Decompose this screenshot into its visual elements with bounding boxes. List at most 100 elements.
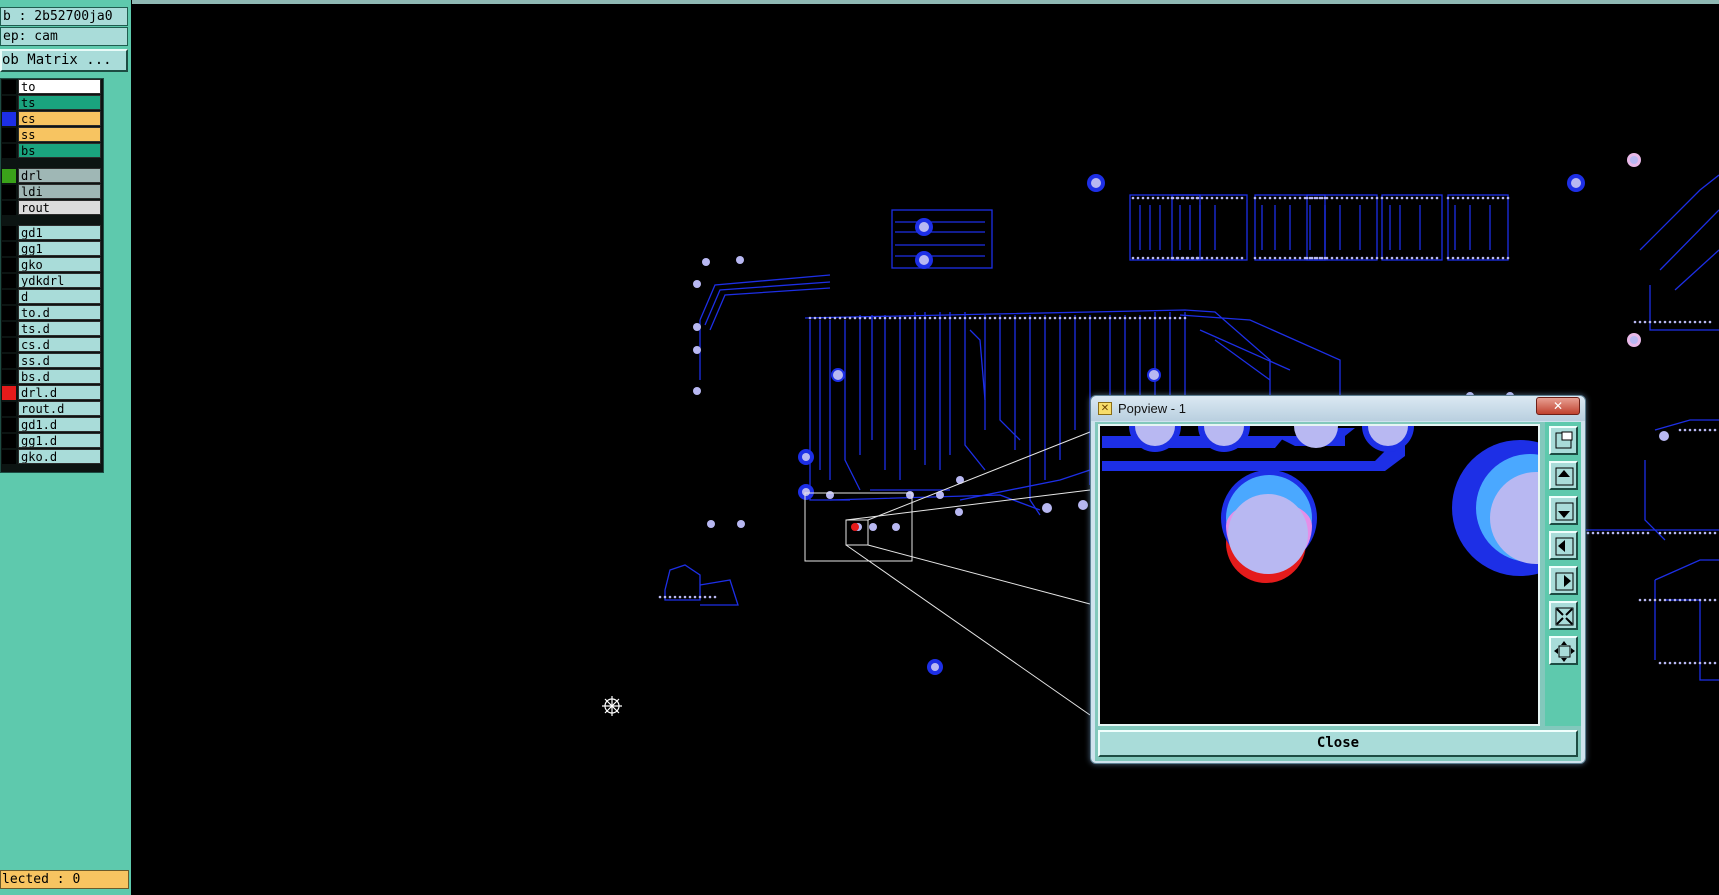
layer-name[interactable]: bs (18, 143, 101, 158)
via (1195, 256, 1199, 260)
layer-row[interactable]: to (1, 79, 105, 95)
zoom-out-button[interactable] (1549, 601, 1578, 630)
layer-name[interactable]: ldi (18, 184, 101, 199)
layer-color-swatch[interactable] (2, 370, 16, 384)
layer-row[interactable]: drl (1, 168, 105, 184)
zoom-fit-icon (1554, 641, 1575, 662)
pad (1659, 431, 1669, 441)
layer-color-swatch[interactable] (2, 290, 16, 304)
layer-row[interactable]: rout.d (1, 401, 105, 417)
layer-row[interactable]: gko.d (1, 449, 105, 465)
trace (1644, 460, 1666, 541)
via (1476, 196, 1480, 200)
popview-canvas[interactable] (1098, 424, 1540, 726)
window-close-button[interactable]: ✕ (1536, 397, 1580, 415)
layer-name[interactable]: ss.d (18, 353, 101, 368)
via (853, 316, 857, 320)
popview-title-bar[interactable]: ✕ Popview - 1 ✕ (1091, 396, 1585, 421)
layer-color-swatch[interactable] (2, 306, 16, 320)
via (1320, 196, 1324, 200)
via (1673, 320, 1677, 324)
layer-row[interactable]: ts (1, 95, 105, 111)
layer-color-swatch[interactable] (2, 128, 16, 142)
layer-color-swatch[interactable] (2, 169, 16, 183)
layer-row[interactable]: drl.d (1, 385, 105, 401)
layer-name[interactable]: to (18, 79, 101, 94)
layer-name[interactable]: d (18, 289, 101, 304)
layer-name[interactable]: gd1 (18, 225, 101, 240)
pan-down-button[interactable] (1549, 496, 1578, 525)
layer-color-swatch[interactable] (2, 402, 16, 416)
layer-name[interactable]: rout.d (18, 401, 101, 416)
layer-color-swatch[interactable] (2, 112, 16, 126)
layer-row[interactable]: cs.d (1, 337, 105, 353)
layer-row[interactable]: cs (1, 111, 105, 127)
layer-row[interactable]: ts.d (1, 321, 105, 337)
layer-name[interactable]: drl.d (18, 385, 101, 400)
layer-name[interactable]: ydkdrl (18, 273, 101, 288)
via (1151, 256, 1155, 260)
via (1365, 256, 1369, 260)
layer-name[interactable]: cs.d (18, 337, 101, 352)
via (868, 316, 872, 320)
layer-name[interactable]: to.d (18, 305, 101, 320)
layer-row[interactable]: gko (1, 257, 105, 273)
via (1703, 428, 1707, 432)
layer-name[interactable]: cs (18, 111, 101, 126)
via (988, 316, 992, 320)
layer-row[interactable]: ldi (1, 184, 105, 200)
layer-row[interactable]: gg1 (1, 241, 105, 257)
layer-name[interactable]: gko (18, 257, 101, 272)
layer-color-swatch[interactable] (2, 338, 16, 352)
layer-color-swatch[interactable] (2, 185, 16, 199)
zoom-fit-button[interactable] (1549, 636, 1578, 665)
layer-name[interactable]: gg1 (18, 241, 101, 256)
layer-color-swatch[interactable] (2, 258, 16, 272)
layer-row[interactable]: to.d (1, 305, 105, 321)
via (663, 595, 667, 599)
layer-row[interactable]: d (1, 289, 105, 305)
layer-name[interactable]: ts.d (18, 321, 101, 336)
layer-color-swatch[interactable] (2, 354, 16, 368)
zoom-window-button[interactable] (1549, 426, 1578, 455)
layer-color-swatch[interactable] (2, 274, 16, 288)
layer-name[interactable]: drl (18, 168, 101, 183)
trace (704, 281, 831, 326)
layer-color-swatch[interactable] (2, 144, 16, 158)
layer-name[interactable]: rout (18, 200, 101, 215)
via (1325, 196, 1329, 200)
layer-row[interactable]: ss (1, 127, 105, 143)
layer-name[interactable]: ts (18, 95, 101, 110)
layer-row[interactable]: rout (1, 200, 105, 216)
layer-color-swatch[interactable] (2, 322, 16, 336)
layer-row[interactable]: bs (1, 143, 105, 159)
layer-name[interactable]: gg1.d (18, 433, 101, 448)
layer-name[interactable]: bs.d (18, 369, 101, 384)
layer-color-swatch[interactable] (2, 80, 16, 94)
layer-row[interactable]: ss.d (1, 353, 105, 369)
layer-name[interactable]: gd1.d (18, 417, 101, 432)
via (1003, 316, 1007, 320)
layer-color-swatch[interactable] (2, 434, 16, 448)
layer-name[interactable]: gko.d (18, 449, 101, 464)
pan-up-button[interactable] (1549, 461, 1578, 490)
pan-left-button[interactable] (1549, 531, 1578, 560)
layer-color-swatch[interactable] (2, 96, 16, 110)
layer-color-swatch[interactable] (2, 386, 16, 400)
job-matrix-button[interactable]: ob Matrix ... (0, 49, 128, 72)
layer-color-swatch[interactable] (2, 418, 16, 432)
layer-color-swatch[interactable] (2, 450, 16, 464)
pan-right-button[interactable] (1549, 566, 1578, 595)
layer-row[interactable]: gd1 (1, 225, 105, 241)
layer-name[interactable]: ss (18, 127, 101, 142)
layer-row[interactable]: ydkdrl (1, 273, 105, 289)
layer-color-swatch[interactable] (2, 242, 16, 256)
layer-color-swatch[interactable] (2, 201, 16, 215)
layer-row[interactable]: bs.d (1, 369, 105, 385)
layer-color-swatch[interactable] (2, 226, 16, 240)
via (1683, 531, 1687, 535)
layer-row[interactable]: gd1.d (1, 417, 105, 433)
layer-row[interactable]: gg1.d (1, 433, 105, 449)
via (1456, 256, 1460, 260)
close-button[interactable]: Close (1098, 730, 1578, 757)
